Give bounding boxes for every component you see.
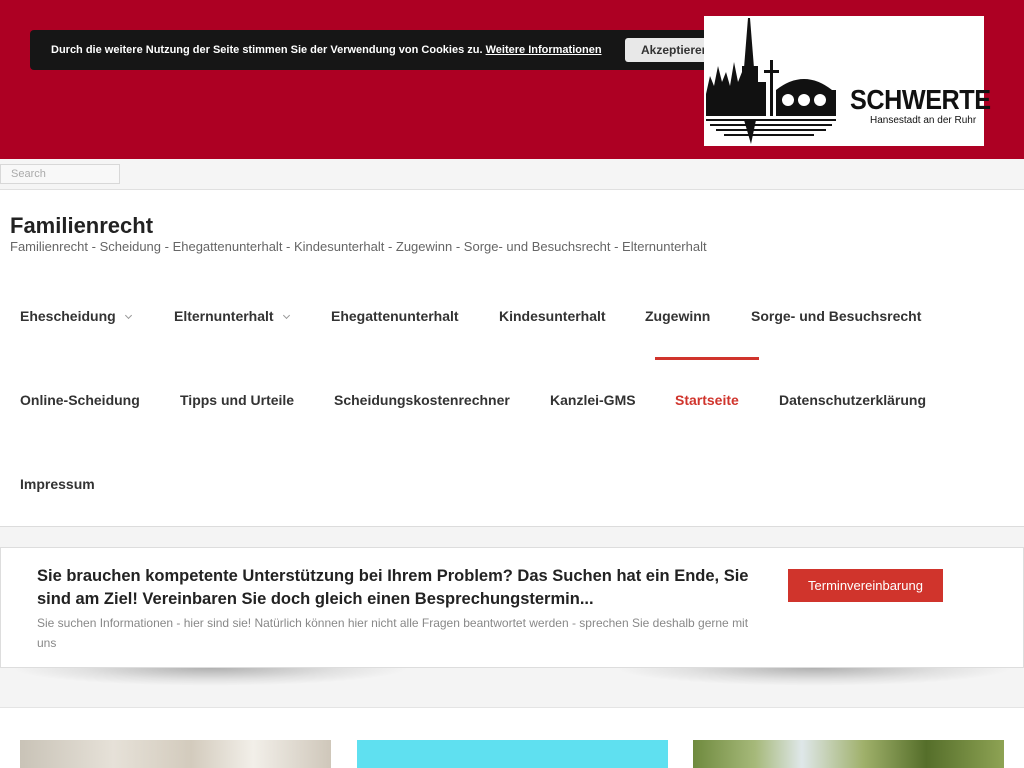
nav-item-kanzlei[interactable]: Kanzlei-GMS — [550, 392, 636, 408]
cta-heading: Sie brauchen kompetente Unterstützung be… — [37, 567, 749, 608]
feature-image-1[interactable] — [20, 740, 331, 768]
feature-image-3[interactable] — [693, 740, 1004, 768]
nav-item-tipps-urteile[interactable]: Tipps und Urteile — [180, 392, 294, 408]
nav-item-kindesunterhalt[interactable]: Kindesunterhalt — [499, 308, 606, 324]
logo-title: SCHWERTE — [850, 84, 991, 115]
logo-subtitle: Hansestadt an der Ruhr — [870, 115, 977, 126]
city-logo[interactable]: SCHWERTE Hansestadt an der Ruhr — [704, 16, 991, 146]
cookie-message: Durch die weitere Nutzung der Seite stim… — [51, 44, 602, 56]
nav-item-elternunterhalt[interactable]: Elternunterhalt — [174, 308, 290, 324]
appointment-button[interactable]: Terminvereinbarung — [788, 569, 943, 602]
nav-item-impressum[interactable]: Impressum — [20, 476, 95, 492]
box-shadow-decoration — [614, 668, 1014, 686]
site-title[interactable]: Familienrecht — [10, 213, 153, 239]
cta-text: Sie suchen Informationen - hier sind sie… — [37, 616, 749, 650]
cookie-message-text: Durch die weitere Nutzung der Seite stim… — [51, 44, 483, 56]
box-shadow-decoration — [10, 668, 410, 686]
cta-box: Sie brauchen kompetente Unterstützung be… — [0, 547, 1024, 668]
search-input[interactable] — [0, 164, 120, 184]
chevron-down-icon — [124, 311, 132, 320]
nav-item-label: Elternunterhalt — [174, 308, 274, 324]
nav-item-ehegattenunterhalt[interactable]: Ehegattenunterhalt — [331, 308, 459, 324]
nav-item-label: Ehescheidung — [20, 308, 116, 324]
nav-item-startseite[interactable]: Startseite — [675, 392, 739, 408]
nav-item-datenschutz[interactable]: Datenschutzerklärung — [779, 392, 926, 408]
nav-item-online-scheidung[interactable]: Online-Scheidung — [20, 392, 140, 408]
nav-item-zugewinn[interactable]: Zugewinn — [645, 308, 710, 324]
nav-hover-underline — [655, 357, 759, 360]
skyline-logo-icon — [706, 18, 836, 144]
site-tagline: Familienrecht - Scheidung - Ehegattenunt… — [10, 239, 707, 254]
nav-item-sorgerecht[interactable]: Sorge- und Besuchsrecht — [751, 308, 921, 324]
feature-image-2[interactable] — [357, 740, 668, 768]
nav-item-kostenrechner[interactable]: Scheidungskostenrechner — [334, 392, 510, 408]
cookie-more-info-link[interactable]: Weitere Informationen — [486, 44, 602, 56]
nav-item-ehescheidung[interactable]: Ehescheidung — [20, 308, 132, 324]
cookie-consent-bar: Durch die weitere Nutzung der Seite stim… — [30, 30, 746, 70]
chevron-down-icon — [282, 311, 290, 320]
search-bar — [0, 159, 1024, 190]
